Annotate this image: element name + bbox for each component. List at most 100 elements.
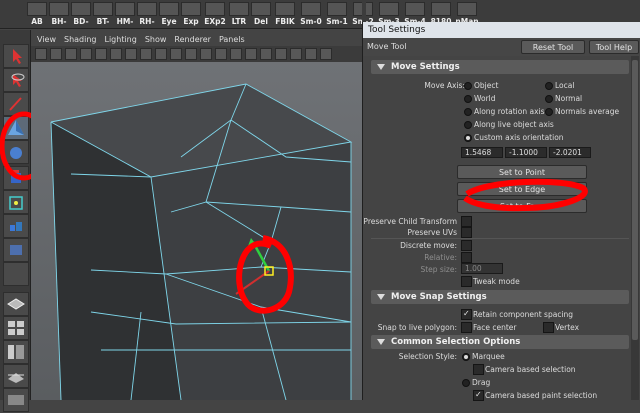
last-tool-icon[interactable] <box>3 262 29 286</box>
radio-normal[interactable] <box>545 95 553 103</box>
shelf-button-label: LTR <box>231 17 247 26</box>
menu-shading[interactable]: Shading <box>64 35 97 44</box>
shelf-button[interactable]: BH- <box>48 2 70 26</box>
camera-based-selection-checkbox[interactable] <box>473 364 484 375</box>
shelf-button-icon <box>159 2 179 16</box>
shadows-icon[interactable] <box>275 48 287 60</box>
shelf-button-icon <box>405 2 425 16</box>
radio-world[interactable] <box>464 95 472 103</box>
shelf-button[interactable]: BD- <box>70 2 92 26</box>
radio-along-live-object-axis[interactable] <box>464 121 472 129</box>
custom-axis-z-field[interactable]: -2.0201 <box>549 147 591 158</box>
relative-checkbox[interactable] <box>461 252 472 263</box>
reset-tool-button[interactable]: Reset Tool <box>521 40 585 54</box>
radio-drag[interactable] <box>462 379 470 387</box>
shelf-button[interactable]: RH- <box>136 2 158 26</box>
field-chart-icon[interactable] <box>155 48 167 60</box>
select-camera-icon[interactable] <box>35 48 47 60</box>
viewport[interactable] <box>31 62 366 400</box>
shelf-button[interactable]: Eye <box>158 2 180 26</box>
wireframe-icon[interactable] <box>185 48 197 60</box>
camera-attributes-icon[interactable] <box>50 48 62 60</box>
soft-mod-icon[interactable] <box>3 214 29 238</box>
radio-along-rotation-axis[interactable] <box>464 108 472 116</box>
retain-component-spacing-label: Retain component spacing <box>473 310 574 319</box>
scrollbar-thumb[interactable] <box>632 60 638 340</box>
face-center-checkbox[interactable] <box>461 322 472 333</box>
radio-custom-axis-orientation[interactable] <box>464 134 472 142</box>
shelf-button[interactable]: Sm-1 <box>324 2 350 26</box>
custom-axis-x-field[interactable]: 1.5468 <box>461 147 503 158</box>
universal-manipulator-icon[interactable] <box>3 190 29 214</box>
layout-graph-icon[interactable] <box>3 364 29 388</box>
radio-object[interactable] <box>464 82 472 90</box>
common-selection-options-header[interactable]: Common Selection Options <box>371 335 629 349</box>
resolution-gate-icon[interactable] <box>125 48 137 60</box>
gate-mask-icon[interactable] <box>140 48 152 60</box>
move-snap-settings-header[interactable]: Move Snap Settings <box>371 290 629 304</box>
textured-icon[interactable] <box>245 48 257 60</box>
shelf-button[interactable]: Exp <box>180 2 202 26</box>
radio-normals-average[interactable] <box>545 108 553 116</box>
move-settings-title: Move Settings <box>391 62 460 72</box>
menu-show[interactable]: Show <box>145 35 167 44</box>
isolate-select-icon[interactable] <box>290 48 302 60</box>
radio-local[interactable] <box>545 82 553 90</box>
high-quality-icon[interactable] <box>320 48 332 60</box>
shelf-button[interactable]: Sm-0 <box>298 2 324 26</box>
panel-scrollbar[interactable] <box>631 56 639 400</box>
menu-panels[interactable]: Panels <box>219 35 245 44</box>
safe-action-icon[interactable] <box>170 48 182 60</box>
show-manipulator-icon[interactable] <box>3 238 29 262</box>
vertex-checkbox[interactable] <box>543 322 554 333</box>
shelf-button[interactable]: Del <box>250 2 272 26</box>
use-lights-icon[interactable] <box>260 48 272 60</box>
grid-icon[interactable] <box>95 48 107 60</box>
move-settings-header[interactable]: Move Settings <box>371 60 629 74</box>
shelf-button[interactable]: AB <box>26 2 48 26</box>
option-normals-average: Normals average <box>555 107 620 116</box>
camera-based-selection-label: Camera based selection <box>485 365 576 374</box>
tweak-mode-checkbox[interactable] <box>461 276 472 287</box>
shelf-button[interactable]: EXp2 <box>202 2 228 26</box>
xray-joints-icon[interactable] <box>305 48 317 60</box>
shelf-button[interactable]: BT- <box>92 2 114 26</box>
shelf-button-icon <box>251 2 271 16</box>
shelf-button-label: AB <box>31 17 43 26</box>
shelf-button-icon <box>431 2 451 16</box>
bookmark-icon[interactable] <box>65 48 77 60</box>
custom-axis-y-field[interactable]: -1.1000 <box>505 147 547 158</box>
discrete-move-checkbox[interactable] <box>461 240 472 251</box>
retain-component-spacing-checkbox[interactable] <box>461 309 472 320</box>
layout-four-pane-icon[interactable] <box>3 316 29 340</box>
smooth-shade-icon[interactable] <box>200 48 212 60</box>
cube-mesh[interactable] <box>31 62 366 400</box>
layout-outliner-icon[interactable] <box>3 340 29 364</box>
annotation-scribble-set-to-edge <box>463 178 588 212</box>
select-tool-icon[interactable] <box>3 44 29 68</box>
menu-lighting[interactable]: Lighting <box>104 35 136 44</box>
shelf-button[interactable]: HM- <box>114 2 136 26</box>
menu-renderer[interactable]: Renderer <box>174 35 211 44</box>
image-plane-icon[interactable] <box>80 48 92 60</box>
shelf-button[interactable]: LTR <box>228 2 250 26</box>
layout-single-pane-icon[interactable] <box>3 292 29 316</box>
shelf-button-label: RH- <box>139 17 155 26</box>
collapse-triangle-icon <box>377 339 385 345</box>
menu-view[interactable]: View <box>37 35 56 44</box>
divider <box>371 238 629 239</box>
wireframe-on-shaded-icon[interactable] <box>215 48 227 60</box>
step-size-label: Step size: <box>420 265 457 274</box>
radio-marquee[interactable] <box>462 353 470 361</box>
lasso-tool-icon[interactable] <box>3 68 29 92</box>
layout-hypershade-icon[interactable] <box>3 388 29 412</box>
shelf-button-label: HM- <box>116 17 134 26</box>
shelf-button[interactable]: FBIK <box>272 2 298 26</box>
panel-title[interactable]: Tool Settings <box>363 22 640 38</box>
xray-icon[interactable] <box>230 48 242 60</box>
step-size-field[interactable]: 1.00 <box>461 263 503 274</box>
preserve-uvs-checkbox[interactable] <box>461 227 472 238</box>
camera-based-paint-selection-checkbox[interactable] <box>473 390 484 401</box>
film-gate-icon[interactable] <box>110 48 122 60</box>
tool-help-button[interactable]: Tool Help <box>589 40 639 54</box>
